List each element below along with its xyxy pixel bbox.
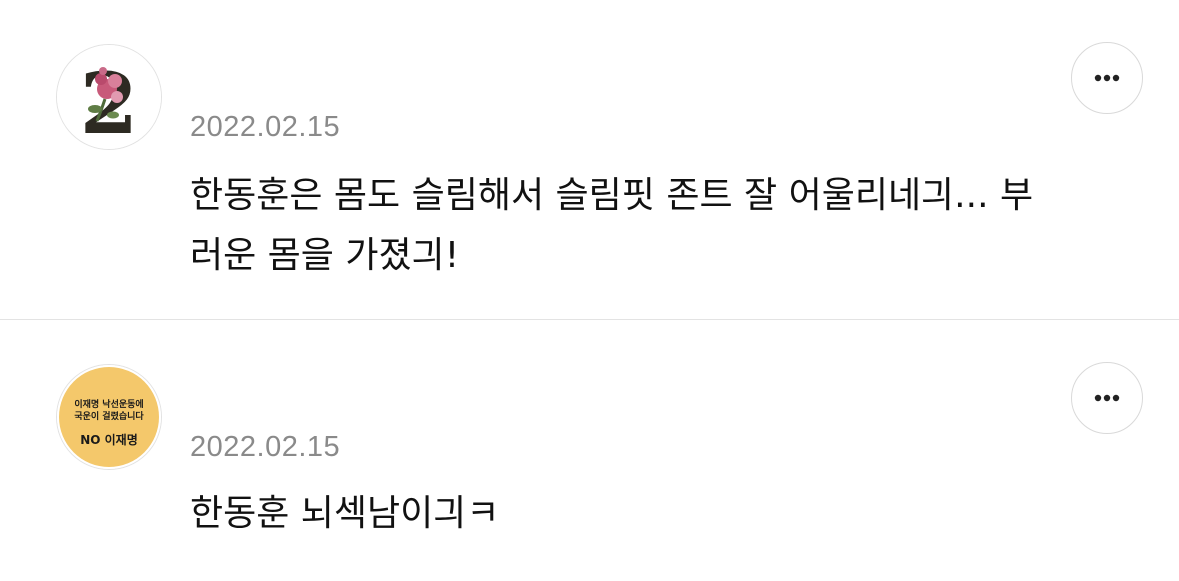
comment-text: 한동훈은 몸도 슬림해서 슬림핏 존트 잘 어울리네긔... 부 러운 몸을 가… xyxy=(190,175,1034,276)
comment-text: 한동훈 뇌섹남이긔ㅋ xyxy=(190,493,500,534)
more-options-button[interactable] xyxy=(1071,362,1143,434)
comment-item: 2 2022.02.15 한동훈은 몸도 슬림해서 슬림핏 존트 잘 어울리네긔… xyxy=(0,0,1179,319)
badge-line-3: NO 이재명 xyxy=(80,432,138,447)
badge-line-1: 이재명 낙선운동에 xyxy=(74,398,143,410)
no-lee-jae-myung-badge-avatar-icon: 이재명 낙선운동에 국운이 걸렸습니다 NO 이재명 xyxy=(57,365,161,469)
comment-date: 2022.02.15 xyxy=(190,111,341,143)
commenter-avatar[interactable]: 2 xyxy=(56,44,162,150)
number-two-rose-avatar-icon: 2 xyxy=(57,45,161,149)
comment-item: 이재명 낙선운동에 국운이 걸렸습니다 NO 이재명 2022.02.15 한동… xyxy=(0,320,1179,581)
more-options-button[interactable] xyxy=(1071,42,1143,114)
svg-text:2: 2 xyxy=(80,54,138,149)
badge-line-2: 국운이 걸렸습니다 xyxy=(74,410,144,422)
comment-date: 2022.02.15 xyxy=(190,431,341,463)
more-dots-icon xyxy=(1094,394,1120,402)
commenter-avatar[interactable]: 이재명 낙선운동에 국운이 걸렸습니다 NO 이재명 xyxy=(56,364,162,470)
more-dots-icon xyxy=(1094,74,1120,82)
